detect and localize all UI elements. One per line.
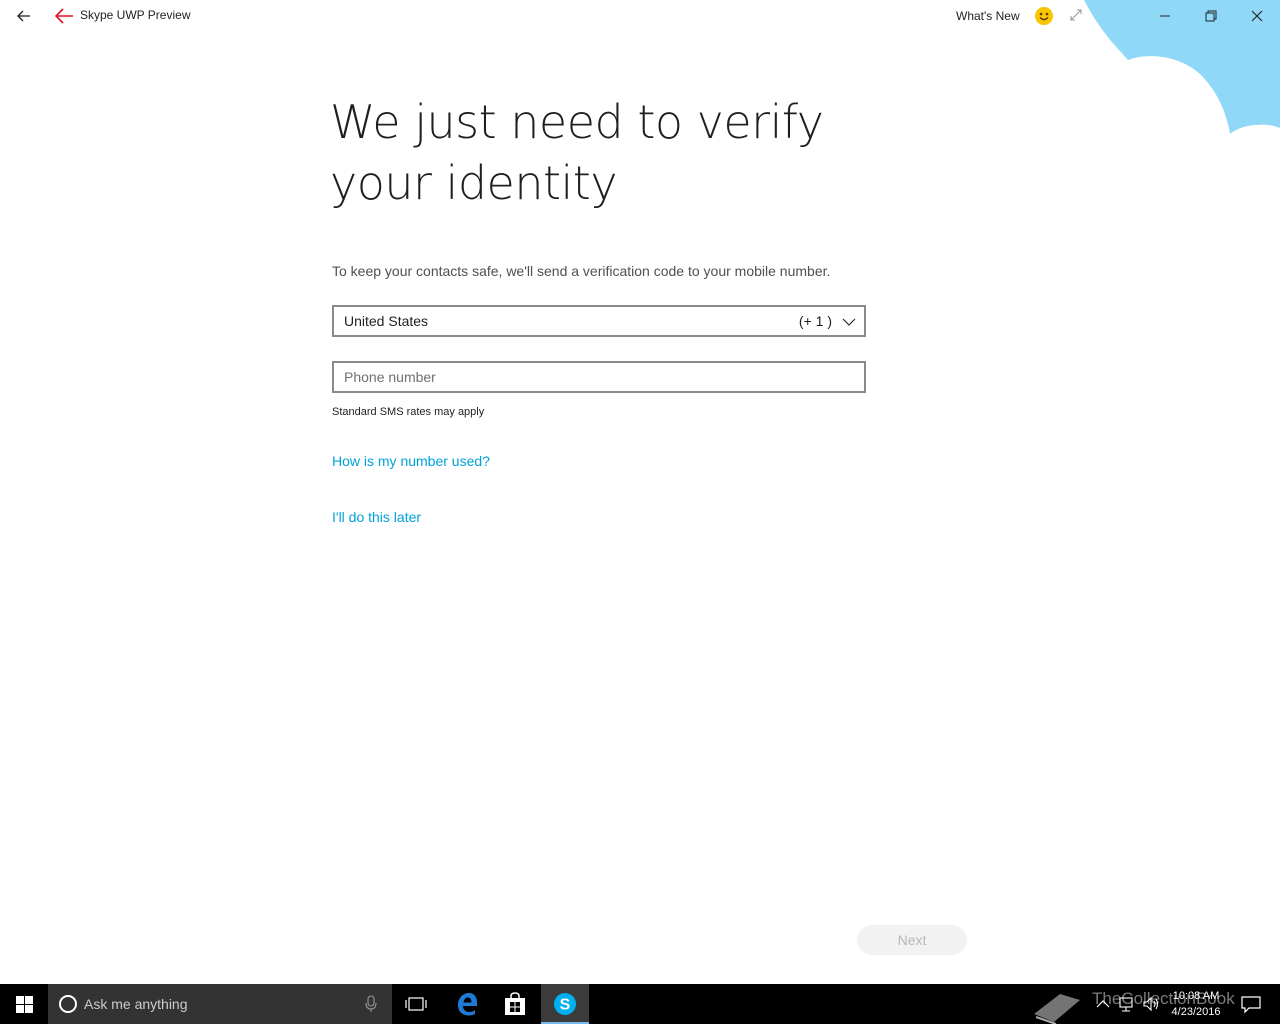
next-button[interactable]: Next (857, 925, 967, 955)
minimize-icon (1160, 15, 1170, 17)
store-bag-icon (505, 992, 525, 1015)
phone-number-input[interactable] (332, 361, 866, 393)
close-button[interactable] (1234, 0, 1280, 32)
tray-chevron-up-icon[interactable] (1094, 994, 1112, 1014)
back-button[interactable] (8, 0, 40, 32)
back-arrow-icon (17, 10, 30, 22)
restore-button[interactable] (1188, 0, 1234, 32)
country-code: (+ 1 ) (798, 313, 832, 329)
restore-icon (1205, 10, 1217, 22)
action-center-icon[interactable] (1240, 994, 1262, 1014)
skype-icon: S (554, 993, 576, 1015)
taskbar: Ask me anything S TheCollectionBook 10:0… (0, 984, 1280, 1024)
do-this-later-link[interactable]: I'll do this later (332, 509, 421, 525)
sms-rates-note: Standard SMS rates may apply (332, 406, 485, 418)
taskbar-clock[interactable]: 10:08 AM 4/23/2016 (1166, 988, 1226, 1020)
network-icon[interactable] (1118, 994, 1136, 1014)
page-heading: We just need to verify your identity (330, 95, 824, 210)
volume-icon[interactable] (1142, 994, 1160, 1014)
clock-date: 4/23/2016 (1171, 1006, 1221, 1018)
skype-window: Skype UWP Preview What's New We just nee… (0, 0, 1280, 984)
skype-back-icon[interactable] (52, 4, 76, 28)
cortana-icon (59, 995, 77, 1013)
expand-icon[interactable] (1068, 7, 1084, 23)
cortana-search-box[interactable]: Ask me anything (48, 984, 392, 1024)
app-title: Skype UWP Preview (80, 8, 191, 22)
edge-browser-button[interactable] (443, 984, 491, 1024)
smiley-emoticon-icon[interactable] (1034, 6, 1054, 26)
windows-logo-icon (15, 995, 33, 1013)
microphone-icon[interactable] (364, 995, 378, 1013)
skype-taskbar-button[interactable]: S (541, 984, 589, 1024)
store-button[interactable] (491, 984, 539, 1024)
how-number-used-link[interactable]: How is my number used? (332, 453, 490, 469)
chevron-down-icon (842, 318, 856, 326)
minimize-button[interactable] (1142, 0, 1188, 32)
verification-description: To keep your contacts safe, we'll send a… (332, 263, 831, 279)
country-select[interactable]: United States (+ 1 ) (332, 305, 866, 337)
close-icon (1251, 10, 1263, 22)
book-watermark-icon (1034, 994, 1080, 1024)
start-button[interactable] (0, 984, 48, 1024)
whats-new-link[interactable]: What's New (956, 9, 1020, 23)
search-placeholder: Ask me anything (84, 996, 188, 1012)
clock-time: 10:08 AM (1172, 990, 1220, 1002)
edge-icon (458, 993, 477, 1016)
svg-text:S: S (560, 997, 571, 1014)
task-view-button[interactable] (392, 984, 440, 1024)
country-name: United States (344, 313, 429, 329)
task-view-icon (405, 997, 427, 1011)
title-bar: Skype UWP Preview What's New (0, 0, 1280, 32)
